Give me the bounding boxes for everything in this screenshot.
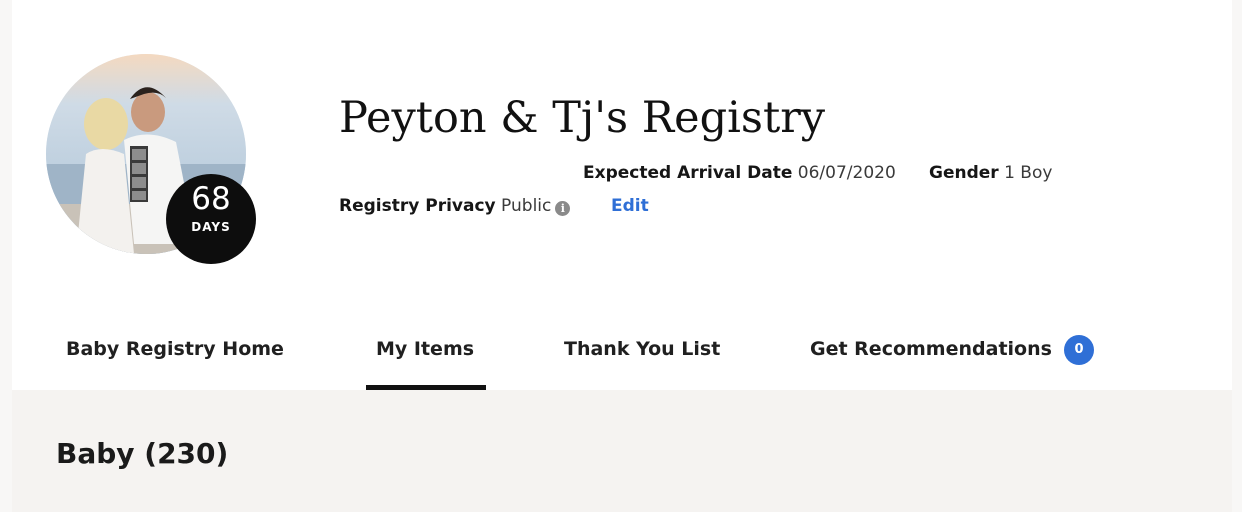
tab-get-recommendations[interactable]: Get Recommendations [810,336,1052,362]
gender-value: 1 Boy [1004,163,1053,183]
gender-label: Gender [929,163,999,183]
countdown-number: 68 [191,181,231,217]
tab-baby-registry-home[interactable]: Baby Registry Home [66,336,284,362]
countdown-badge: 68 DAYS [166,174,256,264]
info-icon[interactable]: i [555,201,571,216]
left-gutter [0,0,12,512]
registry-privacy: Registry Privacy Public i [339,195,571,217]
privacy-label: Registry Privacy [339,196,496,216]
expected-arrival-value: 06/07/2020 [797,163,896,183]
right-gutter [1232,0,1242,512]
tab-thank-you-list[interactable]: Thank You List [564,336,720,362]
recommendations-count-badge: 0 [1064,335,1094,365]
privacy-value: Public [501,196,552,216]
edit-privacy-link[interactable]: Edit [611,195,649,217]
page-title: Peyton & Tj's Registry [339,93,826,143]
section-title: Baby (230) [56,437,229,470]
gender: Gender 1 Boy [929,162,1052,184]
expected-arrival-label: Expected Arrival Date [583,163,793,183]
registry-page: 68 DAYS Peyton & Tj's Registry Expected … [0,0,1242,512]
countdown-unit: DAYS [191,220,231,234]
expected-arrival: Expected Arrival Date 06/07/2020 [583,162,896,184]
tab-my-items[interactable]: My Items [376,336,474,362]
